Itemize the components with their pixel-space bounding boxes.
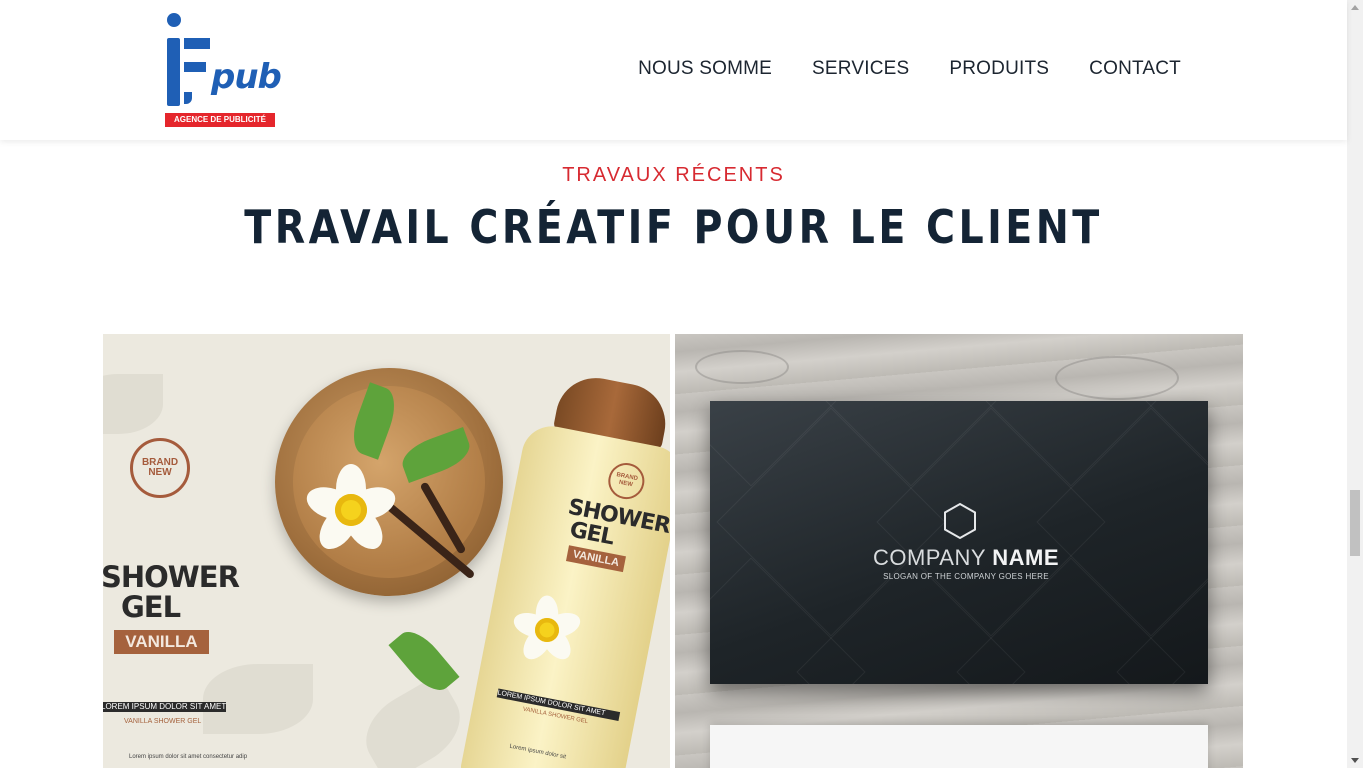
flavor-tag: VANILLA [114,630,209,654]
nav-item-produits[interactable]: PRODUITS [949,58,1049,80]
page-scrollbar[interactable] [1347,0,1363,768]
vanilla-flower-icon [302,464,400,557]
scroll-thumb[interactable] [1350,490,1360,556]
business-card-back [710,725,1208,768]
site-header: pub AGENCE DE PUBLICITÉ NOUS SOMME SERVI… [0,0,1347,140]
product-title: SHOWER GEL [103,560,240,624]
brand-new-badge: BRAND NEW [130,438,190,498]
vanilla-flower-icon [510,595,584,665]
company-name: COMPANY NAME [872,545,1060,570]
business-card-mockup: COMPANY NAME SLOGAN OF THE COMPANY GOES … [710,401,1208,684]
logo-dot [167,13,181,27]
section-title: TRAVAIL CRÉATIF POUR LE CLIENT [244,200,1103,254]
product-caption: VANILLA SHOWER GEL [124,718,202,725]
portfolio-item-business-card[interactable]: COMPANY NAME SLOGAN OF THE COMPANY GOES … [675,334,1243,768]
brand-logo[interactable]: pub AGENCE DE PUBLICITÉ [163,12,282,128]
main-nav: NOUS SOMME SERVICES PRODUITS CONTACT [638,58,1181,80]
company-slogan: SLOGAN OF THE COMPANY GOES HERE [883,572,1049,581]
product-fine-print: Lorem ipsum dolor sit amet consectetur a… [129,754,248,760]
portfolio-item-shower-gel[interactable]: BRAND NEW SHOWER GEL VANILLA LOREM IPSUM… [103,334,670,768]
logo-wordmark: pub [211,57,282,97]
nav-item-contact[interactable]: CONTACT [1089,58,1181,80]
section-eyebrow: TRAVAUX RÉCENTS [562,164,785,186]
nav-item-nous-somme[interactable]: NOUS SOMME [638,58,772,80]
logo-tagline: AGENCE DE PUBLICITÉ [165,113,275,127]
nav-item-services[interactable]: SERVICES [812,58,909,80]
scroll-down-icon[interactable] [1351,758,1359,763]
scroll-up-icon[interactable] [1351,5,1359,10]
hexagon-logo-icon [944,502,976,540]
lorem-band: LOREM IPSUM DOLOR SIT AMET [103,702,227,712]
